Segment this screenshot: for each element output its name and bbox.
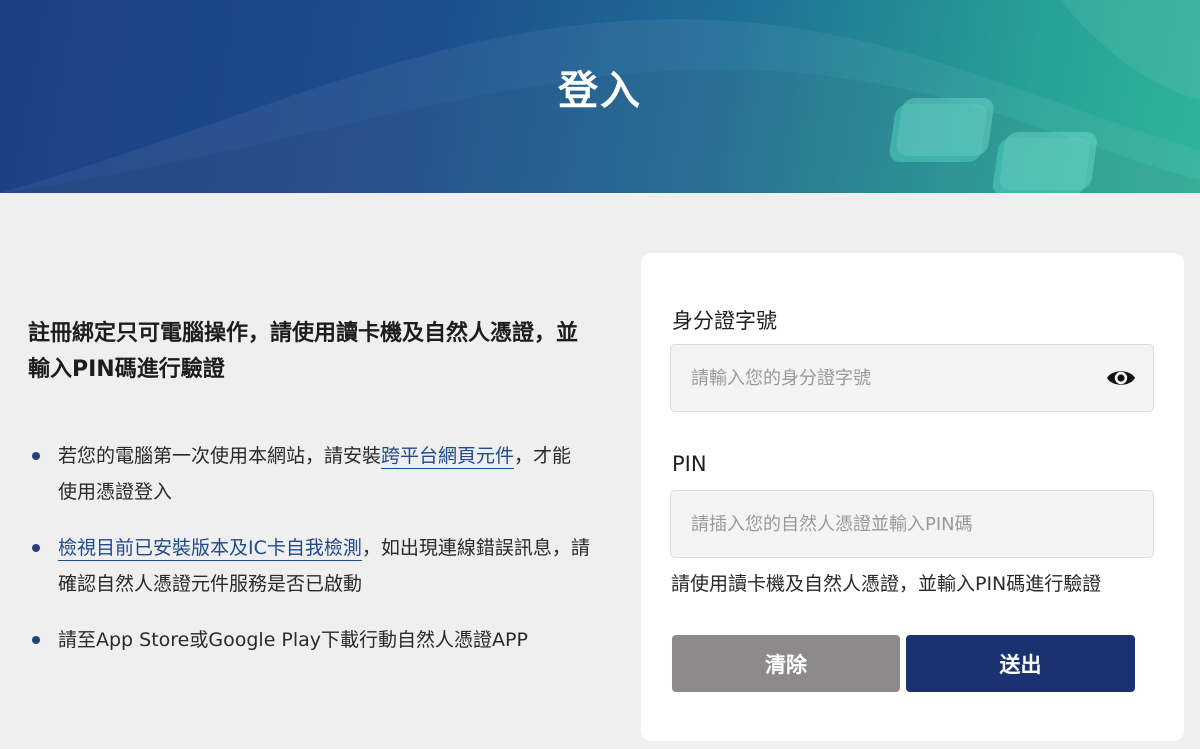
list-item: 請至App Store或Google Play下載行動自然人憑證APP <box>30 622 590 658</box>
id-number-label: 身分證字號 <box>672 309 777 333</box>
intro-text: 註冊綁定只可電腦操作，請使用讀卡機及自然人憑證，並輸入PIN碼進行驗證 <box>28 321 579 382</box>
pin-hint-text: 請使用讀卡機及自然人憑證，並輸入PIN碼進行驗證 <box>671 573 1102 595</box>
submit-button[interactable]: 送出 <box>906 635 1135 692</box>
pin-field-box <box>670 490 1154 558</box>
bullet-icon <box>32 452 40 460</box>
login-card: 身分證字號 PIN 請使用讀卡機及自然人憑證，並輸入PIN碼進行驗證 清除 送出 <box>641 253 1184 741</box>
page-title: 登入 <box>558 68 642 114</box>
list-item: 若您的電腦第一次使用本網站，請安裝跨平台網頁元件，才能使用憑證登入 <box>30 438 590 510</box>
id-number-field-box <box>670 344 1154 412</box>
bullet-icon <box>32 544 40 552</box>
header-banner: 登入 <box>0 0 1200 193</box>
pin-label: PIN <box>672 452 707 476</box>
id-number-input[interactable] <box>671 345 1091 411</box>
clear-button[interactable]: 清除 <box>672 635 900 692</box>
tips-list: 若您的電腦第一次使用本網站，請安裝跨平台網頁元件，才能使用憑證登入 檢視目前已安… <box>30 438 590 678</box>
tip-text: 請至App Store或Google Play下載行動自然人憑證APP <box>58 629 528 651</box>
pin-input[interactable] <box>671 491 1151 557</box>
tip-text: 若您的電腦第一次使用本網站，請安裝 <box>58 445 382 467</box>
check-version-link[interactable]: 檢視目前已安裝版本及IC卡自我檢測 <box>58 537 362 561</box>
bullet-icon <box>32 636 40 644</box>
list-item: 檢視目前已安裝版本及IC卡自我檢測，如出現連線錯誤訊息，請確認自然人憑證元件服務… <box>30 530 590 602</box>
eye-icon[interactable] <box>1105 364 1137 392</box>
install-component-link[interactable]: 跨平台網頁元件 <box>381 445 515 469</box>
